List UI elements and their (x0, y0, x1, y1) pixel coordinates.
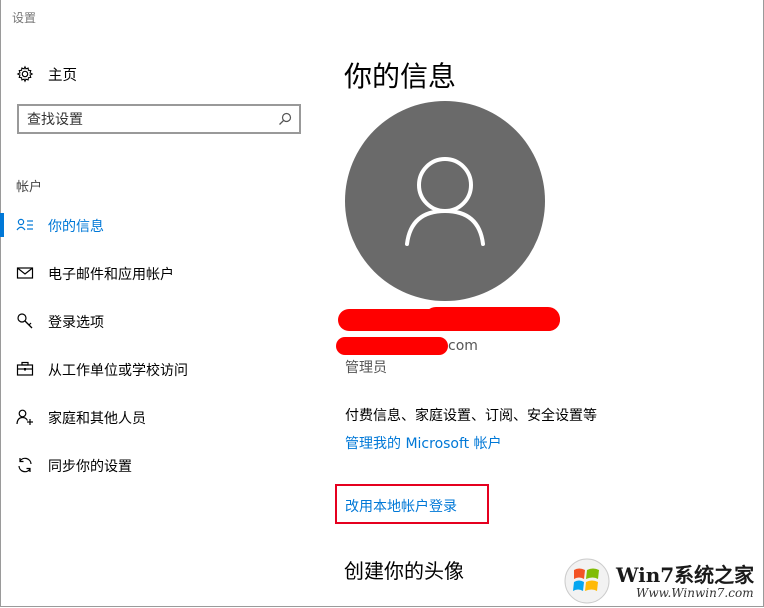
user-silhouette-icon (405, 157, 485, 246)
sidebar-item-label: 登录选项 (48, 315, 104, 331)
section-header-accounts: 帐户 (16, 180, 43, 195)
email-suffix: com (448, 338, 478, 354)
sidebar-item-label: 家庭和其他人员 (48, 411, 146, 427)
sidebar-item-label: 同步你的设置 (48, 459, 132, 475)
watermark-text: Win7系统之家 (616, 563, 755, 587)
home-label: 主页 (48, 67, 77, 84)
sync-icon (18, 457, 32, 473)
sidebar-item-email-accounts[interactable]: 电子邮件和应用帐户 (0, 261, 320, 285)
sidebar-item-sign-in-options[interactable]: 登录选项 (0, 309, 320, 333)
key-icon (17, 313, 33, 329)
billing-info-text: 付费信息、家庭设置、订阅、安全设置等 (345, 408, 597, 424)
sidebar-item-family[interactable]: 家庭和其他人员 (0, 405, 320, 429)
windows-logo-icon (564, 558, 610, 604)
sidebar-item-label: 电子邮件和应用帐户 (48, 267, 174, 283)
sidebar-item-label: 你的信息 (48, 219, 104, 235)
mail-icon (16, 267, 34, 279)
active-indicator (0, 213, 4, 237)
watermark-url: Www.Winwin7.com (636, 586, 754, 600)
search-icon[interactable] (277, 111, 293, 127)
sidebar-item-label: 从工作单位或学校访问 (48, 363, 188, 379)
home-link[interactable]: 主页 (16, 63, 77, 85)
person-add-icon (16, 409, 33, 425)
sidebar: 主页 帐户 你的信息 电子邮件和应用帐户 登录 (0, 0, 320, 608)
manage-microsoft-account-link[interactable]: 管理我的 Microsoft 帐户 (345, 433, 502, 453)
local-account-signin-link[interactable]: 改用本地帐户登录 (345, 496, 457, 516)
avatar (345, 101, 545, 301)
gear-icon (16, 65, 34, 83)
create-avatar-heading: 创建你的头像 (344, 559, 464, 583)
sidebar-item-your-info[interactable]: 你的信息 (0, 213, 320, 237)
user-card-icon (16, 218, 33, 231)
briefcase-icon (16, 361, 34, 376)
page-title: 你的信息 (344, 60, 457, 93)
redaction-mark (424, 307, 560, 331)
search-input[interactable] (27, 110, 267, 130)
redaction-mark (336, 337, 448, 355)
search-box[interactable] (17, 104, 301, 134)
sidebar-item-sync-settings[interactable]: 同步你的设置 (0, 453, 320, 477)
sidebar-item-work-school[interactable]: 从工作单位或学校访问 (0, 357, 320, 381)
watermark: Win7系统之家 Www.Winwin7.com (564, 556, 760, 606)
account-role: 管理员 (345, 360, 387, 376)
